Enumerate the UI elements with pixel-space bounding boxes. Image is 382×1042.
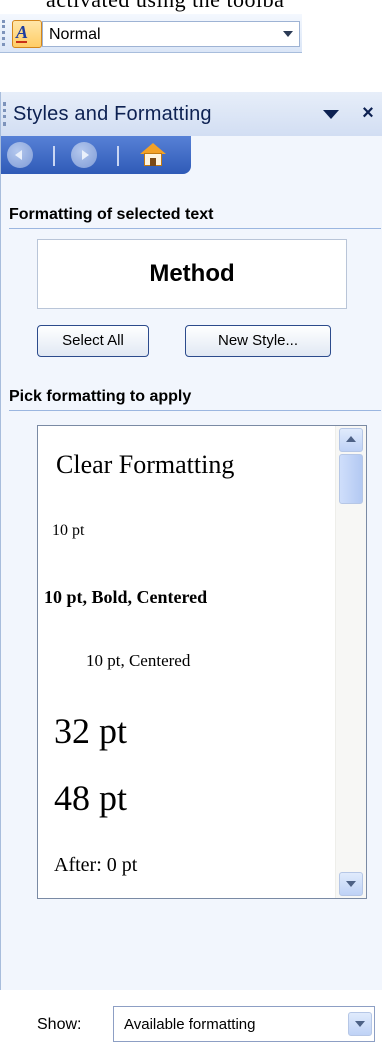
- style-combo-value: Normal: [49, 26, 101, 43]
- pane-header: Styles and Formatting ×: [1, 92, 382, 136]
- new-style-button[interactable]: New Style...: [185, 325, 331, 357]
- list-item[interactable]: 48 pt: [54, 777, 350, 819]
- list-item[interactable]: After: 0 pt: [54, 854, 350, 877]
- styles-formatting-pane: Styles and Formatting × Formatting of se…: [0, 92, 382, 1042]
- select-all-button[interactable]: Select All: [37, 325, 149, 357]
- list-item[interactable]: 32 pt: [54, 710, 350, 752]
- style-combo-box[interactable]: Normal: [42, 21, 300, 47]
- scroll-up-icon[interactable]: [339, 428, 363, 452]
- pane-grip[interactable]: [3, 102, 10, 126]
- close-icon[interactable]: ×: [356, 101, 380, 125]
- toolbar-grip[interactable]: [2, 20, 9, 46]
- pane-title: Styles and Formatting: [13, 103, 212, 125]
- home-icon[interactable]: [139, 142, 167, 168]
- formatting-list: Clear Formatting 10 pt 10 pt, Bold, Cent…: [37, 425, 367, 899]
- forward-arrow-icon[interactable]: [71, 142, 97, 168]
- scroll-thumb[interactable]: [339, 454, 363, 504]
- styles-and-formatting-button[interactable]: A: [12, 20, 42, 48]
- pane-menu-button[interactable]: [321, 106, 341, 122]
- chevron-down-icon[interactable]: [277, 22, 299, 46]
- pane-nav-bar: [1, 136, 191, 174]
- show-dropdown-value: Available formatting: [124, 1016, 256, 1033]
- list-item[interactable]: 10 pt, Bold, Centered: [44, 587, 340, 608]
- selected-text-preview: Method: [37, 239, 347, 309]
- style-toolbar: A Normal: [0, 14, 302, 53]
- preview-style-name: Method: [149, 260, 235, 287]
- show-dropdown[interactable]: Available formatting: [113, 1006, 375, 1042]
- pick-formatting-heading: Pick formatting to apply: [9, 388, 192, 405]
- section-divider: [9, 228, 381, 229]
- nav-divider: [117, 146, 119, 166]
- list-item[interactable]: 10 pt, Centered: [86, 651, 366, 671]
- selected-text-heading: Formatting of selected text: [9, 206, 214, 223]
- scroll-down-icon[interactable]: [339, 872, 363, 896]
- section-divider: [9, 410, 381, 411]
- styles-and-formatting-icon: A: [16, 22, 28, 43]
- list-scrollbar[interactable]: [335, 426, 366, 898]
- list-item[interactable]: 10 pt: [52, 522, 348, 540]
- show-label: Show:: [37, 1016, 82, 1033]
- nav-divider: [53, 146, 55, 166]
- list-item[interactable]: Clear Formatting: [56, 450, 352, 480]
- back-arrow-icon[interactable]: [7, 142, 33, 168]
- chevron-down-icon[interactable]: [348, 1012, 372, 1036]
